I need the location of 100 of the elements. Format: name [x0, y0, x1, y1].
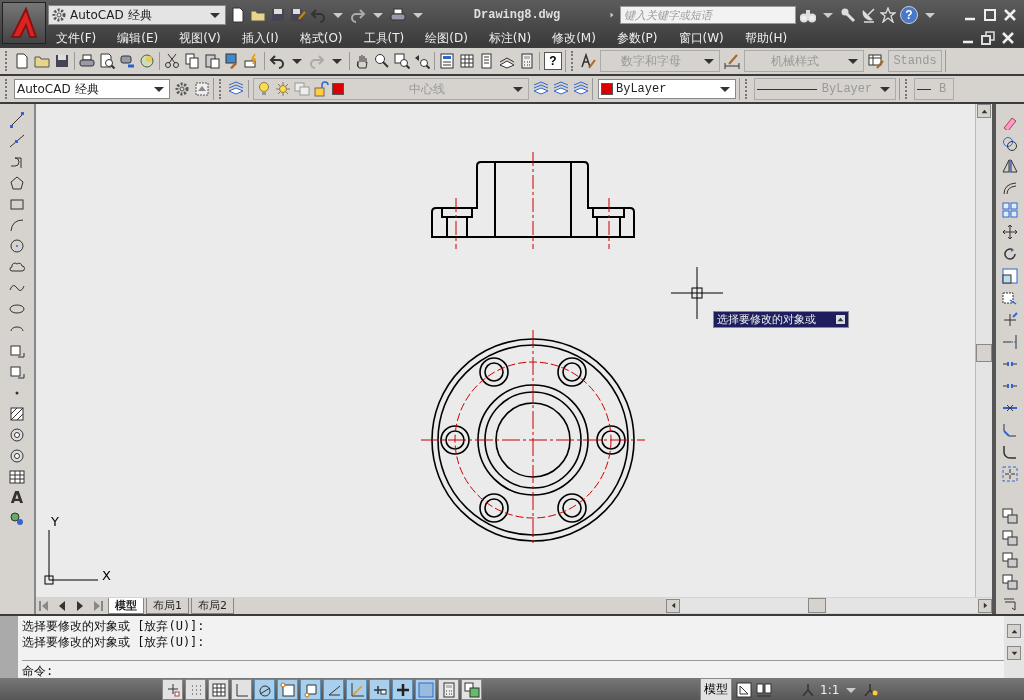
- draw-order-icon[interactable]: [1002, 574, 1018, 590]
- text-tool[interactable]: A: [10, 490, 24, 506]
- grid-icon[interactable]: [459, 53, 475, 69]
- redo-arrow-icon[interactable]: [350, 7, 366, 23]
- vertical-scrollbar[interactable]: [975, 104, 992, 597]
- layers-icon[interactable]: [573, 81, 589, 97]
- circles-icon[interactable]: [1002, 136, 1018, 152]
- menu-item[interactable]: 绘图(D): [425, 29, 468, 47]
- workspace-icon[interactable]: [194, 81, 210, 97]
- scale-icon[interactable]: [1002, 268, 1018, 284]
- status-toggle[interactable]: [277, 679, 298, 700]
- color-dropdown[interactable]: ByLayer: [598, 79, 736, 99]
- print-preview-icon[interactable]: [99, 53, 115, 69]
- scroll-thumb[interactable]: [976, 344, 992, 362]
- table-style-icon[interactable]: [868, 53, 884, 69]
- draw-order-icon[interactable]: [1002, 552, 1018, 568]
- printer-icon[interactable]: [79, 53, 95, 69]
- paintbrush-icon[interactable]: [224, 53, 240, 69]
- menu-item[interactable]: 编辑(E): [117, 29, 159, 47]
- scroll-thumb[interactable]: [808, 598, 826, 613]
- two-viewports-icon[interactable]: [756, 681, 772, 698]
- menu-item[interactable]: 标注(N): [488, 29, 532, 47]
- star-icon[interactable]: [880, 7, 896, 23]
- printer-icon[interactable]: [119, 53, 135, 69]
- wrench-icon[interactable]: [840, 7, 856, 23]
- annotation-scale-icon[interactable]: [800, 681, 816, 698]
- region-icon[interactable]: [9, 427, 25, 443]
- document-icon[interactable]: [14, 53, 30, 69]
- layout-tab[interactable]: 布局2: [191, 597, 234, 614]
- extend-icon[interactable]: [1002, 334, 1018, 350]
- layout-tab[interactable]: 模型: [108, 597, 144, 614]
- binoculars-icon[interactable]: [800, 7, 816, 23]
- status-toggle[interactable]: [185, 679, 206, 700]
- satellite-dish-icon[interactable]: [860, 7, 876, 23]
- layout-tab[interactable]: 布局1: [146, 597, 189, 614]
- hand-icon[interactable]: [354, 53, 370, 69]
- drawing-canvas[interactable]: Y X 选择要修改的对象或: [36, 104, 975, 597]
- region-icon[interactable]: [9, 448, 25, 464]
- floppy-disk-icon[interactable]: [290, 7, 306, 23]
- lightbulb-icon[interactable]: [256, 81, 272, 97]
- fillet-icon[interactable]: [1002, 444, 1018, 460]
- properties-icon[interactable]: [439, 53, 455, 69]
- workspace-dropdown[interactable]: AutoCAD 经典: [48, 5, 226, 25]
- annotation-visibility-icon[interactable]: [863, 681, 880, 698]
- hatch-icon[interactable]: [9, 406, 25, 422]
- rectangle-icon[interactable]: [9, 196, 25, 212]
- scissors-icon[interactable]: [164, 53, 180, 69]
- cloud-icon[interactable]: [9, 259, 25, 275]
- menu-item[interactable]: 格式(O): [299, 29, 343, 47]
- folder-icon[interactable]: [34, 53, 50, 69]
- status-toggle[interactable]: [392, 679, 413, 700]
- search-field[interactable]: 键入关键字或短语: [620, 6, 796, 24]
- document-icon[interactable]: [230, 7, 246, 23]
- sun-icon[interactable]: [275, 81, 291, 97]
- gear-icon[interactable]: [174, 81, 190, 97]
- magnifier-icon[interactable]: [374, 53, 390, 69]
- status-toggle[interactable]: [162, 679, 183, 700]
- undo-arrow-icon[interactable]: [269, 53, 285, 69]
- layers-icon[interactable]: [533, 81, 549, 97]
- close-icon[interactable]: [1002, 7, 1018, 23]
- move-arrows-icon[interactable]: [1002, 224, 1018, 240]
- menu-item[interactable]: 工具(T): [363, 29, 405, 47]
- status-toggle[interactable]: [438, 679, 459, 700]
- draw-order-icon[interactable]: [1002, 530, 1018, 546]
- workspace-dropdown[interactable]: AutoCAD 经典: [14, 79, 170, 99]
- help-button[interactable]: ?: [544, 52, 562, 70]
- layers-icon[interactable]: [228, 81, 244, 97]
- circles-icon[interactable]: [9, 511, 25, 527]
- padlock-icon[interactable]: [313, 81, 329, 97]
- table-icon[interactable]: [9, 469, 25, 485]
- globe-icon[interactable]: [139, 53, 155, 69]
- rotate-icon[interactable]: [1002, 246, 1018, 262]
- menu-item[interactable]: 插入(I): [241, 29, 279, 47]
- application-button[interactable]: [2, 2, 46, 44]
- printer-icon[interactable]: [390, 7, 406, 23]
- horizontal-scrollbar[interactable]: [666, 598, 992, 613]
- circle-icon[interactable]: [9, 238, 25, 254]
- maximize-icon[interactable]: [982, 7, 998, 23]
- close-icon[interactable]: [1000, 30, 1016, 46]
- explode-icon[interactable]: [1002, 466, 1018, 482]
- annotation-scale[interactable]: 1:1: [820, 682, 840, 697]
- block-icon[interactable]: [9, 364, 25, 380]
- text-style-icon[interactable]: [580, 53, 596, 69]
- block-icon[interactable]: [9, 343, 25, 359]
- line-icon[interactable]: [9, 112, 25, 128]
- polyline-icon[interactable]: [9, 154, 25, 170]
- chamfer-icon[interactable]: [1002, 422, 1018, 438]
- menu-item[interactable]: 窗口(W): [678, 29, 724, 47]
- ellipse-icon[interactable]: [9, 301, 25, 317]
- status-toggle[interactable]: [254, 679, 275, 700]
- trim-icon[interactable]: [1002, 312, 1018, 328]
- triangle-sheet-icon[interactable]: [736, 681, 752, 698]
- pentagon-icon[interactable]: [9, 175, 25, 191]
- draw-order-icon[interactable]: [1002, 508, 1018, 524]
- up-arrow-icon[interactable]: [836, 315, 845, 324]
- text-frame-icon[interactable]: [1002, 596, 1018, 612]
- restore-icon[interactable]: [980, 30, 996, 46]
- stretch-icon[interactable]: [1002, 290, 1018, 306]
- offset-curves-icon[interactable]: [1002, 180, 1018, 196]
- status-toggle[interactable]: [300, 679, 321, 700]
